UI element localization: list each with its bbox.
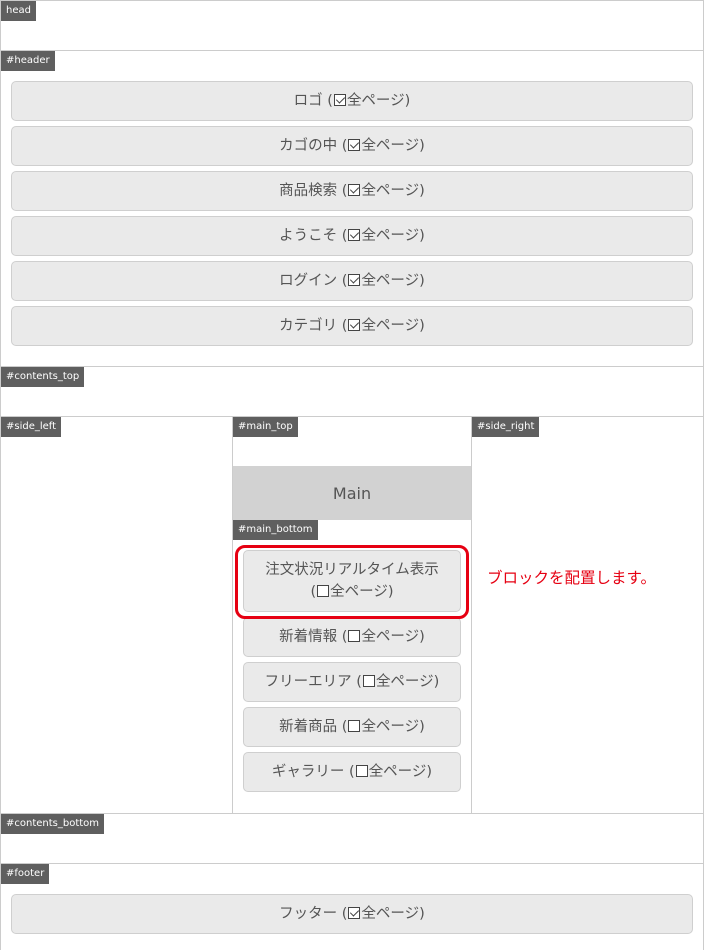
all-pages-label: 全ページ: [361, 318, 420, 334]
block-name: ようこそ: [279, 228, 338, 244]
block-item[interactable]: 注文状況リアルタイム表示(全ページ): [243, 550, 461, 612]
checkbox-checked-icon[interactable]: [348, 184, 361, 196]
checkbox-unchecked-icon[interactable]: [317, 585, 330, 597]
all-pages-label: 全ページ: [346, 93, 405, 109]
area-main-bottom: #main_bottom 注文状況リアルタイム表示(全ページ) 新着情報 (全ペー…: [232, 520, 472, 814]
area-label-footer: #footer: [1, 864, 50, 884]
area-label-header: #header: [1, 51, 55, 71]
block-item[interactable]: フリーエリア (全ページ): [243, 662, 461, 702]
area-footer: #footer フッター (全ページ): [0, 863, 704, 950]
block-name: ログイン: [279, 273, 338, 289]
area-label-contents-top: #contents_top: [1, 367, 85, 387]
all-pages-label: 全ページ: [361, 906, 420, 922]
checkbox-checked-icon[interactable]: [348, 139, 361, 151]
area-contents-bottom: #contents_bottom: [0, 813, 704, 864]
checkbox-unchecked-icon[interactable]: [348, 720, 361, 732]
block-name: フリーエリア: [264, 674, 352, 690]
block-name: 新着情報: [279, 629, 338, 645]
area-label-head: head: [1, 1, 36, 21]
block-label: カテゴリ (全ページ): [279, 318, 425, 334]
block-label: ロゴ (全ページ): [293, 93, 411, 109]
area-label-main-bottom: #main_bottom: [233, 520, 318, 540]
block-label: ようこそ (全ページ): [279, 228, 425, 244]
block-item[interactable]: ようこそ (全ページ): [11, 216, 693, 256]
block-item[interactable]: フッター (全ページ): [11, 894, 693, 934]
checkbox-checked-icon[interactable]: [348, 319, 361, 331]
block-item[interactable]: カゴの中 (全ページ): [11, 126, 693, 166]
block-label: 商品検索 (全ページ): [279, 183, 425, 199]
checkbox-unchecked-icon[interactable]: [355, 765, 368, 777]
area-label-contents-bottom: #contents_bottom: [1, 814, 105, 834]
block-label: 新着情報 (全ページ): [279, 629, 425, 645]
block-name: ロゴ: [293, 93, 323, 109]
checkbox-checked-icon[interactable]: [333, 94, 346, 106]
checkbox-unchecked-icon[interactable]: [362, 675, 375, 687]
all-pages-label: 全ページ: [375, 674, 434, 690]
block-item[interactable]: 新着商品 (全ページ): [243, 707, 461, 747]
area-head: head: [0, 0, 704, 51]
checkbox-checked-icon[interactable]: [348, 229, 361, 241]
block-item[interactable]: ロゴ (全ページ): [11, 81, 693, 121]
area-side-left: #side_left: [0, 416, 233, 814]
block-label: フリーエリア (全ページ): [264, 674, 440, 690]
all-pages-label: 全ページ: [361, 273, 420, 289]
block-item[interactable]: 新着情報 (全ページ): [243, 617, 461, 657]
block-item[interactable]: ギャラリー (全ページ): [243, 752, 461, 792]
all-pages-label: 全ページ: [361, 138, 420, 154]
block-name: 新着商品: [279, 719, 338, 735]
area-header: #header ロゴ (全ページ) カゴの中 (全ページ) 商品検索 (全ページ) よ…: [0, 50, 704, 367]
block-item[interactable]: ログイン (全ページ): [11, 261, 693, 301]
main-content-area: Main: [233, 466, 471, 521]
area-label-side-left: #side_left: [1, 417, 62, 437]
all-pages-label: 全ページ: [330, 584, 388, 600]
block-label: ログイン (全ページ): [279, 273, 425, 289]
block-name: 注文状況リアルタイム表示: [265, 562, 439, 578]
block-label: ギャラリー (全ページ): [271, 764, 433, 780]
area-label-side-right: #side_right: [472, 417, 540, 437]
annotation-text: ブロックを配置します。: [487, 569, 656, 587]
block-label: 新着商品 (全ページ): [279, 719, 425, 735]
block-label: 注文状況リアルタイム表示(全ページ): [265, 562, 439, 600]
all-pages-label: 全ページ: [361, 228, 420, 244]
all-pages-label: 全ページ: [361, 719, 420, 735]
block-label: カゴの中 (全ページ): [279, 138, 425, 154]
area-main-top: #main_top: [232, 416, 472, 467]
all-pages-label: 全ページ: [361, 629, 420, 645]
block-item[interactable]: 商品検索 (全ページ): [11, 171, 693, 211]
block-name: ギャラリー: [271, 764, 345, 780]
area-label-main-top: #main_top: [233, 417, 298, 437]
checkbox-checked-icon[interactable]: [348, 907, 361, 919]
block-name: カゴの中: [279, 138, 338, 154]
block-name: 商品検索: [279, 183, 338, 199]
block-name: カテゴリ: [279, 318, 338, 334]
block-item[interactable]: カテゴリ (全ページ): [11, 306, 693, 346]
area-side-right: #side_right: [471, 416, 704, 814]
checkbox-unchecked-icon[interactable]: [348, 630, 361, 642]
area-contents-top: #contents_top: [0, 366, 704, 417]
all-pages-label: 全ページ: [361, 183, 420, 199]
checkbox-checked-icon[interactable]: [348, 274, 361, 286]
block-name: フッター: [279, 906, 338, 922]
block-label: フッター (全ページ): [279, 906, 425, 922]
all-pages-label: 全ページ: [368, 764, 427, 780]
